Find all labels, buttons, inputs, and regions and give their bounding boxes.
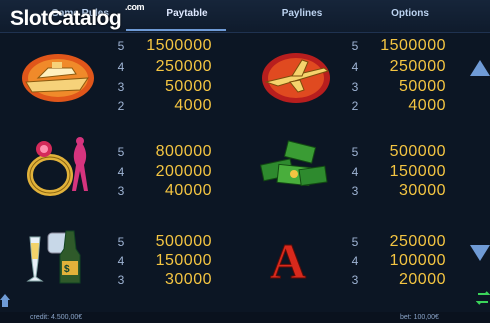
count-label: 4	[117, 165, 125, 179]
scroll-down-arrow-icon[interactable]	[470, 245, 490, 261]
payout-value: 50000	[165, 78, 212, 95]
count-label: 3	[351, 273, 359, 287]
payout-value: 200000	[155, 163, 212, 180]
ring-icon	[27, 137, 88, 196]
divider	[0, 32, 490, 33]
count-label: 2	[351, 99, 359, 113]
count-label: 4	[351, 254, 359, 268]
payout-value: 20000	[399, 271, 446, 288]
credit-readout: credit: 4.500,00€	[30, 314, 83, 321]
count-label: 3	[117, 184, 125, 198]
watermark-logo: SlotCatalog .com	[10, 2, 145, 31]
count-label: 4	[117, 60, 125, 74]
svg-text:$: $	[64, 264, 70, 275]
count-label: 3	[117, 273, 125, 287]
champagne-icon: $	[26, 230, 81, 284]
payout-value: 500000	[389, 143, 446, 160]
count-label: 4	[117, 254, 125, 268]
count-label: 3	[351, 80, 359, 94]
logo-part-catalog: Catalog	[47, 7, 122, 30]
spin-indicator-icon[interactable]	[476, 290, 490, 306]
svg-text:A: A	[270, 233, 306, 284]
payout-value: 250000	[389, 58, 446, 75]
payout-value: 4000	[174, 97, 212, 114]
count-label: 5	[351, 235, 359, 249]
logo-suffix: .com	[125, 2, 145, 12]
payout-value: 1500000	[146, 37, 212, 54]
payout-value: 150000	[155, 252, 212, 269]
payout-value: 40000	[165, 182, 212, 199]
count-label: 5	[117, 235, 125, 249]
tab-options[interactable]: Options	[365, 8, 455, 19]
payout-value: 800000	[155, 143, 212, 160]
money-icon	[260, 140, 328, 187]
tab-paylines[interactable]: Paylines	[257, 8, 347, 19]
count-label: 5	[351, 145, 359, 159]
active-tab-indicator	[126, 29, 226, 31]
count-label: 5	[117, 39, 125, 53]
payout-value: 250000	[389, 233, 446, 250]
payout-value: 150000	[389, 163, 446, 180]
jet-icon	[262, 53, 330, 103]
payout-value: 4000	[408, 97, 446, 114]
payout-value: 250000	[155, 58, 212, 75]
count-label: 3	[117, 80, 125, 94]
payout-value: 50000	[399, 78, 446, 95]
status-bar: credit: 4.500,00€ bet: 100,00€	[0, 312, 490, 323]
count-label: 2	[117, 99, 125, 113]
tab-paytable[interactable]: Paytable	[142, 8, 232, 19]
payout-value: 30000	[165, 271, 212, 288]
payout-value: 30000	[399, 182, 446, 199]
count-label: 5	[117, 145, 125, 159]
payout-value: 1500000	[380, 37, 446, 54]
count-label: 4	[351, 165, 359, 179]
payout-value: 500000	[155, 233, 212, 250]
home-icon[interactable]	[0, 292, 10, 308]
ace-icon: A	[270, 233, 307, 285]
count-label: 5	[351, 39, 359, 53]
count-label: 3	[351, 184, 359, 198]
logo-part-slot: Slot	[10, 7, 48, 30]
bet-readout: bet: 100,00€	[400, 314, 439, 321]
count-label: 4	[351, 60, 359, 74]
yacht-icon	[22, 54, 94, 102]
scroll-up-arrow-icon[interactable]	[470, 60, 490, 76]
payout-value: 100000	[389, 252, 446, 269]
